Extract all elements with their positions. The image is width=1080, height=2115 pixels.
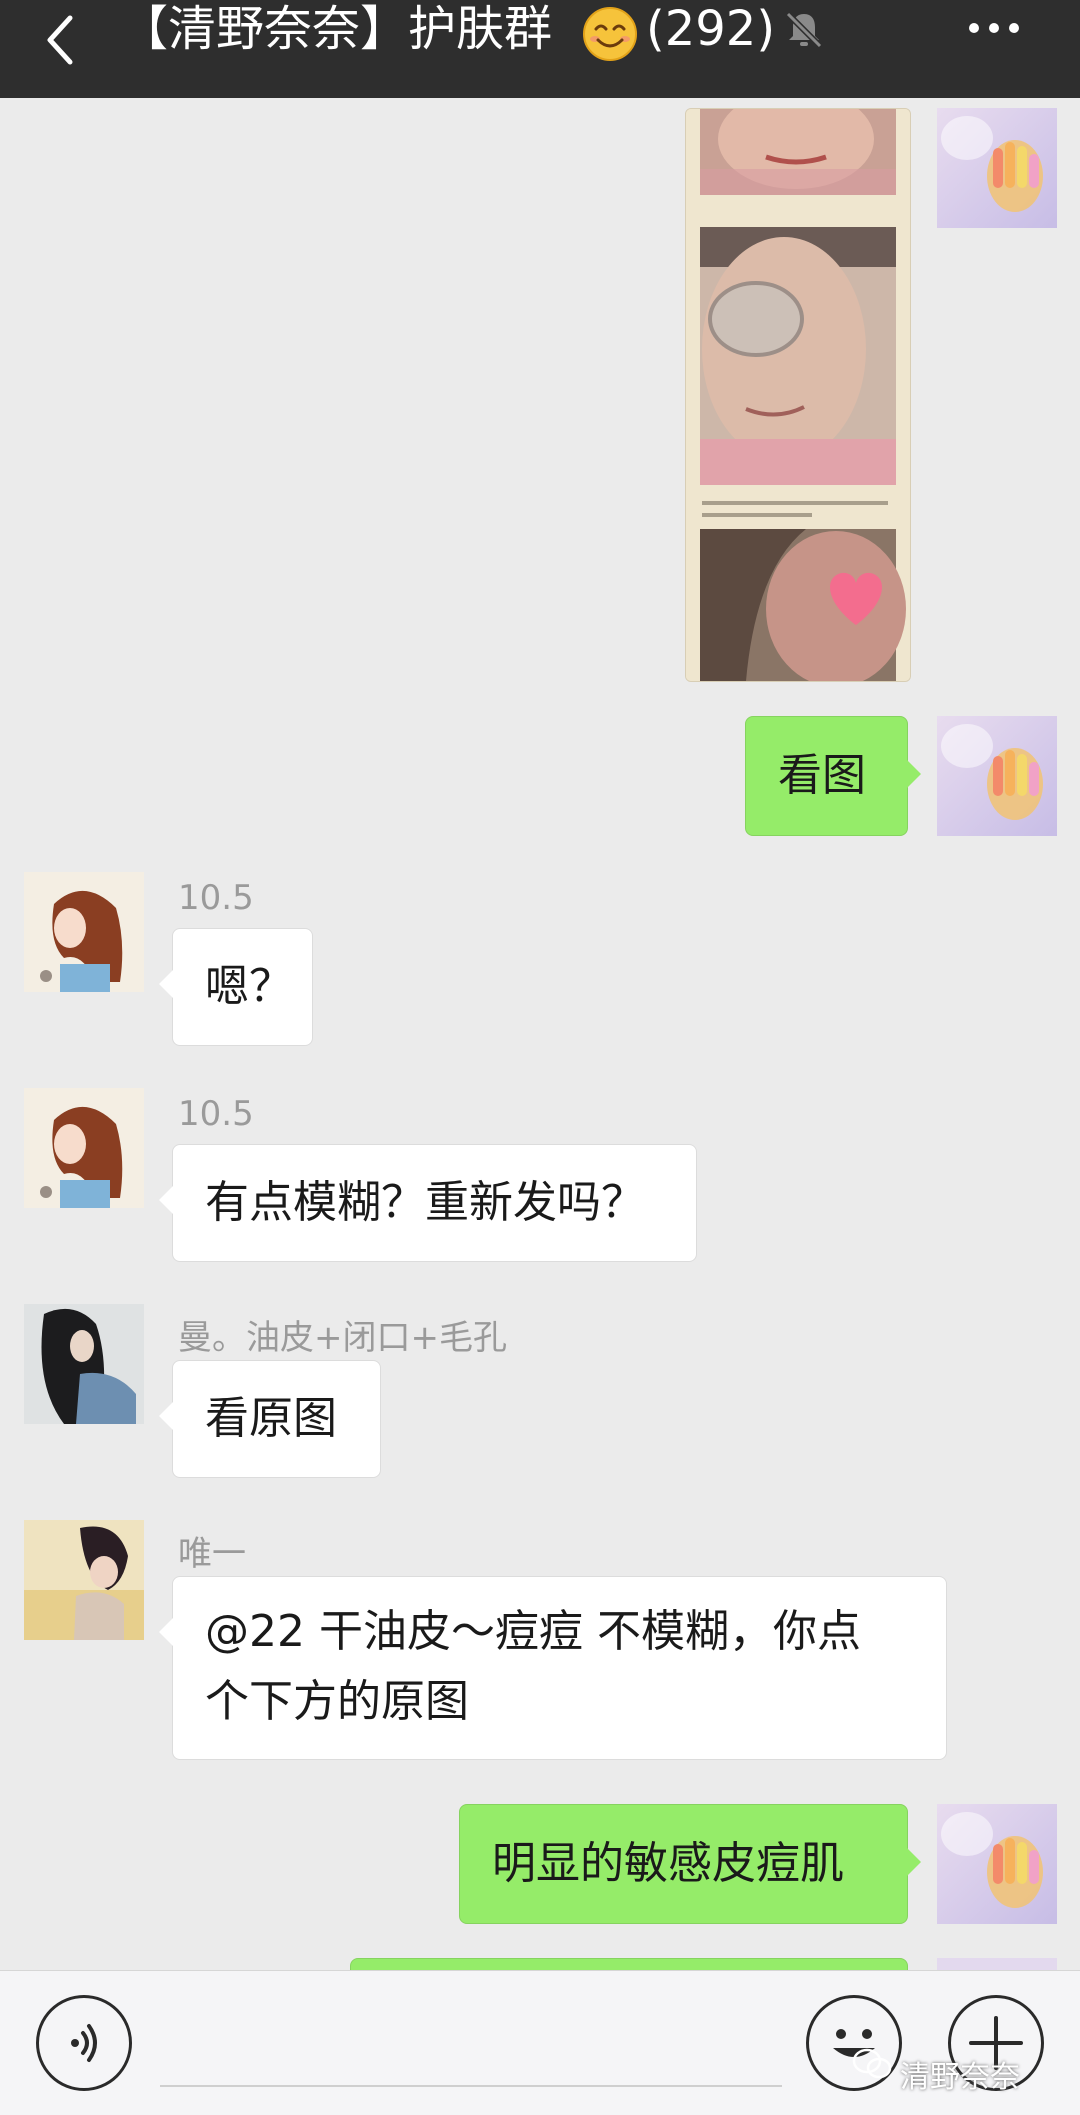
message-text-line: 个下方的原图 bbox=[205, 1676, 469, 1727]
message-bubble[interactable]: 看图 bbox=[745, 716, 908, 836]
bubble-tail bbox=[159, 970, 173, 998]
smiley-emoji-icon bbox=[583, 7, 637, 61]
more-dots-icon[interactable] bbox=[966, 18, 1022, 38]
chevron-left-icon[interactable] bbox=[40, 12, 80, 68]
message-bubble[interactable]: 嗯？ bbox=[172, 928, 313, 1046]
sender-name: 10.5 bbox=[178, 1094, 254, 1134]
bell-muted-icon bbox=[785, 11, 823, 49]
user-avatar[interactable] bbox=[24, 1304, 144, 1424]
photo-collage-image bbox=[686, 109, 910, 681]
top-bar: 【清野奈奈】护肤群 (292) bbox=[0, 0, 1080, 98]
user-avatar[interactable] bbox=[24, 1088, 144, 1208]
my-avatar[interactable] bbox=[937, 716, 1057, 836]
user-avatar[interactable] bbox=[24, 872, 144, 992]
user-avatar[interactable] bbox=[24, 1520, 144, 1640]
bubble-tail bbox=[907, 760, 921, 788]
sender-name: 10.5 bbox=[178, 878, 254, 918]
my-avatar[interactable] bbox=[937, 108, 1057, 228]
voice-button[interactable] bbox=[36, 1995, 132, 2091]
chat-title: 【清野奈奈】护肤群 bbox=[120, 1, 553, 57]
my-avatar[interactable] bbox=[937, 1804, 1057, 1924]
message-bubble[interactable]: 看原图 bbox=[172, 1360, 381, 1478]
message-bubble[interactable]: 明显的敏感皮痘肌 bbox=[459, 1804, 908, 1924]
wechat-logo-icon bbox=[852, 2048, 892, 2079]
message-bubble[interactable]: @22 干油皮～痘痘 不模糊，你点 个下方的原图 bbox=[172, 1576, 947, 1760]
message-bubble[interactable]: 有点模糊？重新发吗？ bbox=[172, 1144, 697, 1262]
bubble-tail bbox=[159, 1402, 173, 1430]
voice-icon bbox=[71, 2024, 97, 2062]
watermark-text: 清野奈奈 bbox=[900, 2060, 1020, 2095]
sender-name: 唯一 bbox=[178, 1534, 246, 1574]
message-text-line: @22 干油皮～痘痘 不模糊，你点 bbox=[205, 1606, 861, 1657]
image-message[interactable] bbox=[685, 108, 911, 682]
sender-name: 曼。油皮+闭口+毛孔 bbox=[178, 1318, 507, 1358]
bubble-tail bbox=[159, 1186, 173, 1214]
member-count: (292) bbox=[646, 1, 776, 57]
bubble-tail bbox=[907, 1848, 921, 1876]
bubble-tail bbox=[159, 1618, 173, 1646]
message-input[interactable] bbox=[160, 2085, 782, 2087]
